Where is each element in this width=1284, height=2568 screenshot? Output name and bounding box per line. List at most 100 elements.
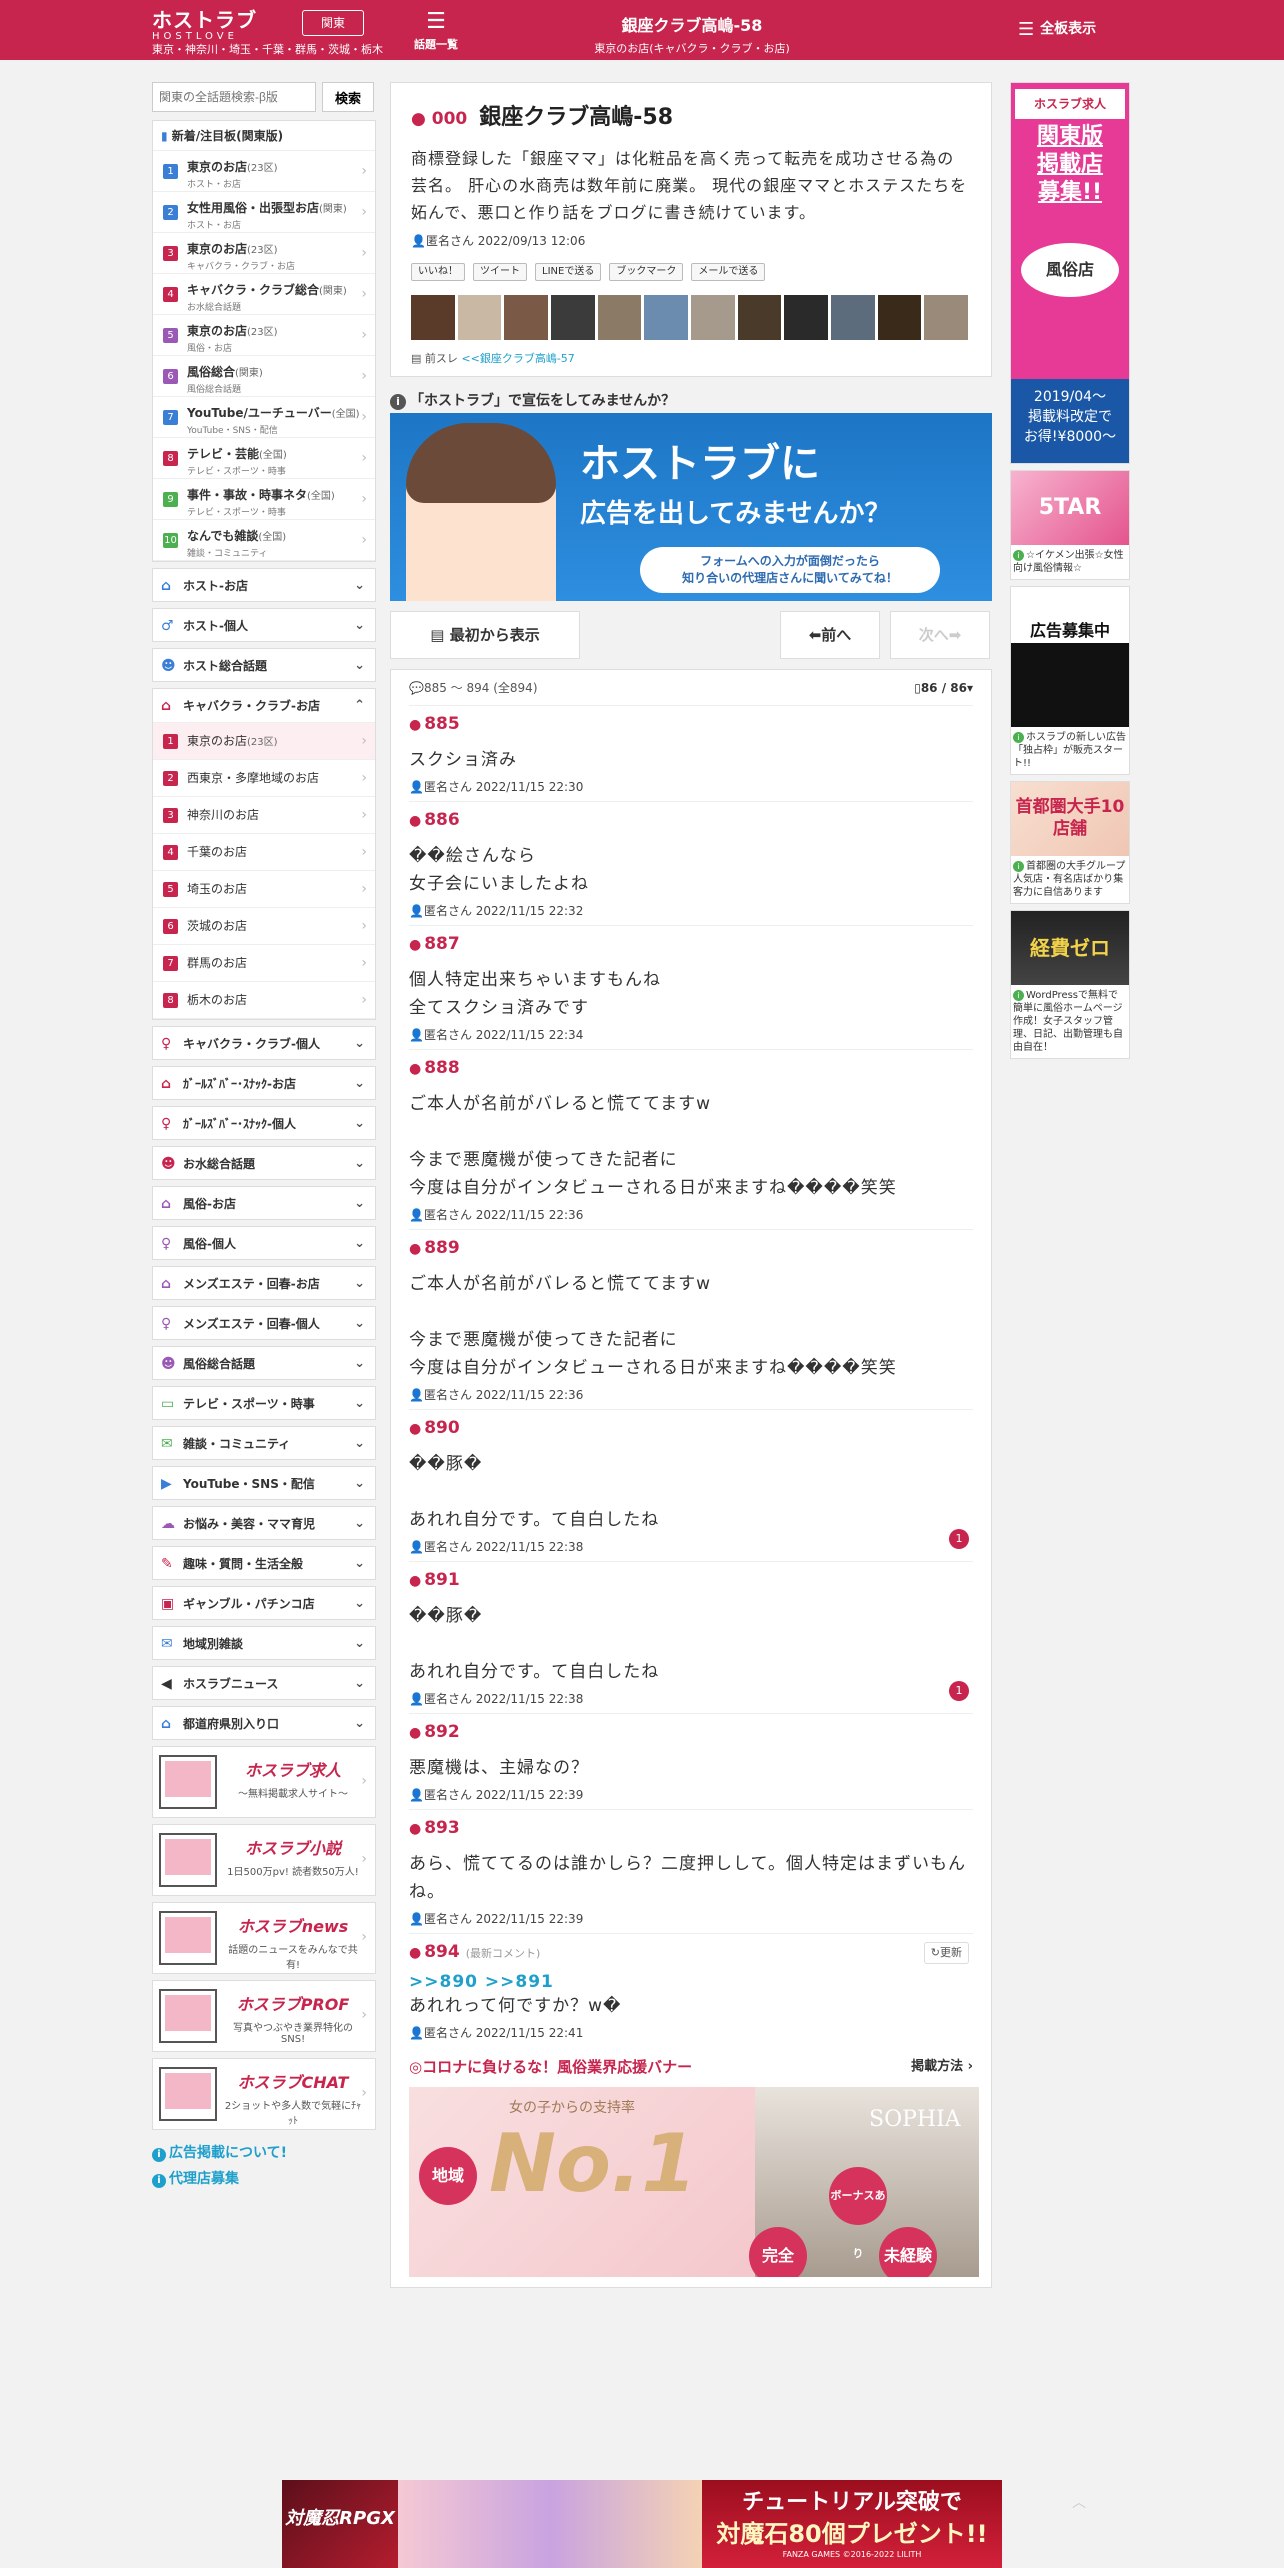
category-item[interactable]: ▣ ギャンブル・パチンコ店 ⌄ bbox=[152, 1586, 376, 1620]
share-button[interactable]: ブックマーク bbox=[609, 263, 684, 281]
category-item[interactable]: ⌂ 風俗-お店 ⌄ bbox=[152, 1186, 376, 1220]
bottom-fixed-banner[interactable]: 対魔忍RPGX チュートリアル突破で 対魔石80個プレゼント!! FANZA G… bbox=[282, 2480, 1002, 2568]
thumbnail[interactable] bbox=[504, 295, 549, 340]
subcategory-item[interactable]: 5 埼玉のお店 › bbox=[153, 871, 375, 908]
share-button[interactable]: メールで送る bbox=[691, 263, 766, 281]
post-number[interactable]: ● 891 bbox=[409, 1570, 973, 1590]
category-item[interactable]: ♀ 風俗-個人 ⌄ bbox=[152, 1226, 376, 1260]
right-ad-zero[interactable]: 経費ゼロ i WordPressで無料で簡単に風俗ホームページ作成！女子スタッフ管… bbox=[1010, 910, 1130, 1059]
post-number[interactable]: ● 889 bbox=[409, 1238, 973, 1258]
category-item[interactable]: ◀ ホスラブニュース ⌄ bbox=[152, 1666, 376, 1700]
new-board-item[interactable]: 6 風俗総合(関東) 風俗総合話題 › bbox=[153, 356, 375, 397]
thumbnail[interactable] bbox=[877, 295, 922, 340]
new-board-item[interactable]: 9 事件・事故・時事ネタ(全国) テレビ・スポーツ・時事 › bbox=[153, 479, 375, 520]
promo-item[interactable]: ホスラブPROF 写真やつぶやき業界特化のSNS! › bbox=[152, 1980, 376, 2052]
search-button[interactable]: 検索 bbox=[322, 82, 374, 112]
share-button[interactable]: ツイート bbox=[473, 263, 527, 281]
new-board-item[interactable]: 8 テレビ・芸能(全国) テレビ・スポーツ・時事 › bbox=[153, 438, 375, 479]
thumbnail[interactable] bbox=[551, 295, 595, 340]
first-page-button[interactable]: ▤ 最初から表示 bbox=[390, 611, 580, 659]
pager: ▤ 最初から表示 ⬅前へ 次へ➡ bbox=[390, 611, 992, 663]
prev-page-button[interactable]: ⬅前へ bbox=[780, 611, 880, 659]
topics-button[interactable]: ☰ 話題一覧 bbox=[410, 8, 462, 52]
new-board-item[interactable]: 2 女性用風俗・出張型お店(関東) ホスト・お店 › bbox=[153, 192, 375, 233]
post-number[interactable]: ● 885 bbox=[409, 714, 973, 734]
category-item[interactable]: ♀ メンズエステ・回春-個人 ⌄ bbox=[152, 1306, 376, 1340]
post-number[interactable]: ● 893 bbox=[409, 1818, 973, 1838]
thumbnail[interactable] bbox=[644, 295, 689, 340]
post-number[interactable]: ● 888 bbox=[409, 1058, 973, 1078]
thumbnail[interactable] bbox=[457, 295, 502, 340]
open-category-header[interactable]: ⌂ キャバクラ・クラブ-お店 ⌃ bbox=[153, 689, 375, 723]
site-logo[interactable]: ホストラブ HOSTLOVE bbox=[152, 9, 257, 43]
category-item[interactable]: ♀ ｶﾞｰﾙｽﾞﾊﾞｰ･ｽﾅｯｸ-個人 ⌄ bbox=[152, 1106, 376, 1140]
subcategory-item[interactable]: 8 栃木のお店 › bbox=[153, 982, 375, 1019]
right-ad-recruit[interactable]: ホスラブ求人 関東版 掲載店 募集!! 風俗店 2019/04〜 掲載料改定で … bbox=[1010, 82, 1130, 464]
new-board-item[interactable]: 3 東京のお店(23区) キャバクラ・クラブ・お店 › bbox=[153, 233, 375, 274]
post-number[interactable]: ● 892 bbox=[409, 1722, 973, 1742]
category-item[interactable]: ⌂ 都道府県別入り口 ⌄ bbox=[152, 1706, 376, 1740]
share-button[interactable]: いいね！ bbox=[411, 263, 465, 281]
promo-item[interactable]: ホスラブnews 話題のニュースをみんなで共有! › bbox=[152, 1902, 376, 1974]
new-board-item[interactable]: 10 なんでも雑談(全国) 雑談・コミュニティ › bbox=[153, 520, 375, 561]
subcategory-item[interactable]: 1 東京のお店(23区) › bbox=[153, 723, 375, 760]
category-item[interactable]: ⌂ メンズエステ・回春-お店 ⌄ bbox=[152, 1266, 376, 1300]
agency-link[interactable]: i 代理店募集 bbox=[152, 2166, 376, 2192]
right-ad-big10[interactable]: 首都圏大手10店舗 i 首都圏の大手グループ人気店・有名店ばかり集客力に自信ありま… bbox=[1010, 781, 1130, 904]
next-page-button[interactable]: 次へ➡ bbox=[890, 611, 990, 659]
subcategory-item[interactable]: 4 千葉のお店 › bbox=[153, 834, 375, 871]
subcategory-item[interactable]: 6 茨城のお店 › bbox=[153, 908, 375, 945]
category-item[interactable]: ⌂ ｶﾞｰﾙｽﾞﾊﾞｰ･ｽﾅｯｸ-お店 ⌄ bbox=[152, 1066, 376, 1100]
promo-item[interactable]: ホスラブCHAT 2ショットや多人数で気軽にﾁｬｯﾄ › bbox=[152, 2058, 376, 2130]
post-number[interactable]: ● 886 bbox=[409, 810, 973, 830]
thumbnail[interactable] bbox=[737, 295, 782, 340]
post-number[interactable]: ● 887 bbox=[409, 934, 973, 954]
corona-banner[interactable]: 女の子からの支持率 No.1 SOPHIA 地域 ボーナスあり 完全 未経験 bbox=[409, 2087, 979, 2277]
category-item[interactable]: ✎ 趣味・質問・生活全般 ⌄ bbox=[152, 1546, 376, 1580]
category-item[interactable]: ✉ 雑談・コミュニティ ⌄ bbox=[152, 1426, 376, 1460]
subcategory-item[interactable]: 2 西東京・多摩地域のお店 › bbox=[153, 760, 375, 797]
subcategory-item[interactable]: 7 群馬のお店 › bbox=[153, 945, 375, 982]
promo-item[interactable]: ホスラブ求人 〜無料掲載求人サイト〜 › bbox=[152, 1746, 376, 1818]
right-ad-exclusive[interactable]: 広告募集中 i ホスラブの新しい広告「独占枠」が販売スタート!! bbox=[1010, 586, 1130, 775]
page-count[interactable]: ▯86 / 86▾ bbox=[914, 670, 973, 706]
new-board-item[interactable]: 1 東京のお店(23区) ホスト・お店 › bbox=[153, 151, 375, 192]
category-item[interactable]: ☁ お悩み・美容・ママ育児 ⌄ bbox=[152, 1506, 376, 1540]
refresh-button[interactable]: ↻更新 bbox=[923, 1942, 969, 1964]
ad-banner[interactable]: ホストラブに 広告を出してみませんか？ フォームへの入力が面倒だったら 知り合い… bbox=[390, 413, 992, 601]
category-item[interactable]: ▶ YouTube・SNS・配信 ⌄ bbox=[152, 1466, 376, 1500]
category-item[interactable]: ☻ 風俗総合話題 ⌄ bbox=[152, 1346, 376, 1380]
thumbnail[interactable] bbox=[924, 295, 969, 340]
thumbnail[interactable] bbox=[597, 295, 642, 340]
promo-item[interactable]: ホスラブ小説 1日500万pv! 読者数50万人! › bbox=[152, 1824, 376, 1896]
search-input[interactable] bbox=[152, 82, 316, 112]
thumbnail[interactable] bbox=[691, 295, 735, 340]
reply-count-badge[interactable]: 1 bbox=[949, 1681, 969, 1701]
new-board-item[interactable]: 7 YouTube/ユーチューバー(全国) YouTube・SNS・配信 › bbox=[153, 397, 375, 438]
category-item[interactable]: ☻ お水総合話題 ⌄ bbox=[152, 1146, 376, 1180]
right-ad-5star[interactable]: 5TAR i ☆イケメン出張☆女性向け風俗情報☆ bbox=[1010, 470, 1130, 580]
new-board-item[interactable]: 4 キャバクラ・クラブ総合(関東) お水総合話題 › bbox=[153, 274, 375, 315]
region-button[interactable]: 関東 bbox=[302, 10, 364, 36]
all-boards-button[interactable]: ☰ 全板表示 bbox=[1018, 18, 1096, 40]
prev-thread-link[interactable]: <<銀座クラブ高嶋-57 bbox=[461, 352, 574, 365]
go-top-icon[interactable]: ︿ bbox=[1072, 2492, 1086, 2512]
category-item[interactable]: ✉ 地域別雑談 ⌄ bbox=[152, 1626, 376, 1660]
reply-count-badge[interactable]: 1 bbox=[949, 1529, 969, 1549]
share-button[interactable]: LINEで送る bbox=[535, 263, 602, 281]
prev-thread[interactable]: ▤ 前スレ <<銀座クラブ高嶋-57 bbox=[411, 350, 971, 366]
category-item[interactable]: ♂ ホスト-個人 ⌄ bbox=[152, 608, 376, 642]
subcategory-item[interactable]: 3 神奈川のお店 › bbox=[153, 797, 375, 834]
category-item[interactable]: ☻ ホスト総合話題 ⌄ bbox=[152, 648, 376, 682]
thumbnail[interactable] bbox=[411, 295, 455, 340]
category-item[interactable]: ⌂ ホスト-お店 ⌄ bbox=[152, 568, 376, 602]
ad-info-link[interactable]: i 広告掲載について! bbox=[152, 2140, 376, 2166]
thumbnail[interactable] bbox=[831, 295, 875, 340]
category-item[interactable]: ▭ テレビ・スポーツ・時事 ⌄ bbox=[152, 1386, 376, 1420]
thumbnail[interactable] bbox=[784, 295, 829, 340]
post-number[interactable]: ● 890 bbox=[409, 1418, 973, 1438]
how-to-post-link[interactable]: 掲載方法 › bbox=[911, 2047, 973, 2087]
new-board-item[interactable]: 5 東京のお店(23区) 風俗・お店 › bbox=[153, 315, 375, 356]
category-item[interactable]: ♀ キャバクラ・クラブ-個人 ⌄ bbox=[152, 1026, 376, 1060]
reply-anchor-link[interactable]: >>890 >>891 bbox=[409, 1972, 973, 1992]
